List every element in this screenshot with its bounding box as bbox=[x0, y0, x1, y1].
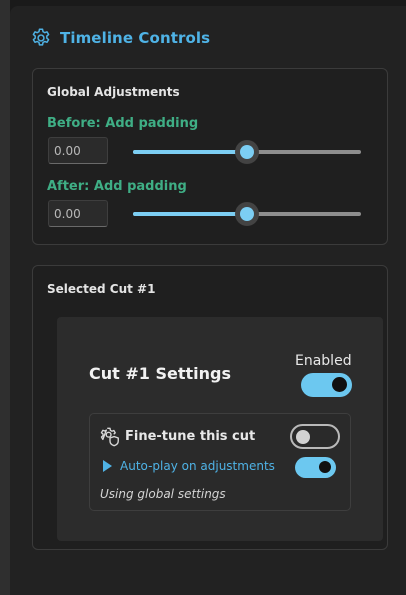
fine-tune-toggle[interactable] bbox=[290, 424, 340, 449]
before-padding-label: Before: Add padding bbox=[47, 116, 199, 131]
slider-thumb[interactable] bbox=[235, 202, 259, 226]
enabled-label: Enabled bbox=[295, 353, 352, 369]
toggle-knob bbox=[319, 461, 331, 473]
toggle-knob bbox=[332, 377, 347, 392]
auto-play-label[interactable]: Auto-play on adjustments bbox=[120, 459, 275, 473]
after-padding-input[interactable] bbox=[49, 201, 107, 226]
panel-header: Timeline Controls bbox=[30, 26, 210, 50]
toggle-knob bbox=[296, 430, 310, 444]
auto-play-toggle[interactable] bbox=[295, 457, 336, 478]
using-global-settings-text: Using global settings bbox=[100, 487, 226, 501]
before-padding-input[interactable] bbox=[49, 138, 107, 163]
selected-cut-title: Selected Cut #1 bbox=[47, 282, 156, 296]
gear-shield-icon bbox=[100, 427, 119, 447]
panel-title: Timeline Controls bbox=[60, 29, 211, 47]
before-padding-slider[interactable] bbox=[133, 140, 361, 164]
selected-cut-card: Selected Cut #1 Cut #1 Settings Enabled … bbox=[32, 265, 388, 550]
gear-icon bbox=[32, 28, 50, 46]
after-padding-label: After: Add padding bbox=[47, 179, 187, 194]
slider-fill bbox=[133, 212, 247, 216]
enabled-toggle[interactable] bbox=[301, 373, 352, 397]
after-padding-slider[interactable] bbox=[133, 202, 361, 226]
left-rail bbox=[0, 0, 10, 595]
slider-thumb[interactable] bbox=[235, 140, 259, 164]
play-arrow-icon[interactable] bbox=[103, 460, 112, 472]
before-padding-box[interactable] bbox=[48, 137, 108, 164]
fine-tune-label: Fine-tune this cut bbox=[125, 429, 256, 444]
cut-settings-title: Cut #1 Settings bbox=[89, 364, 231, 383]
slider-fill bbox=[133, 150, 247, 154]
after-padding-box[interactable] bbox=[48, 200, 108, 227]
cut-settings-panel: Cut #1 Settings Enabled Fine-tune this c… bbox=[57, 317, 383, 541]
global-adjustments-card: Global Adjustments Before: Add padding A… bbox=[32, 68, 388, 245]
global-adjustments-title: Global Adjustments bbox=[47, 85, 180, 99]
timeline-controls-panel: Timeline Controls Global Adjustments Bef… bbox=[10, 6, 406, 595]
